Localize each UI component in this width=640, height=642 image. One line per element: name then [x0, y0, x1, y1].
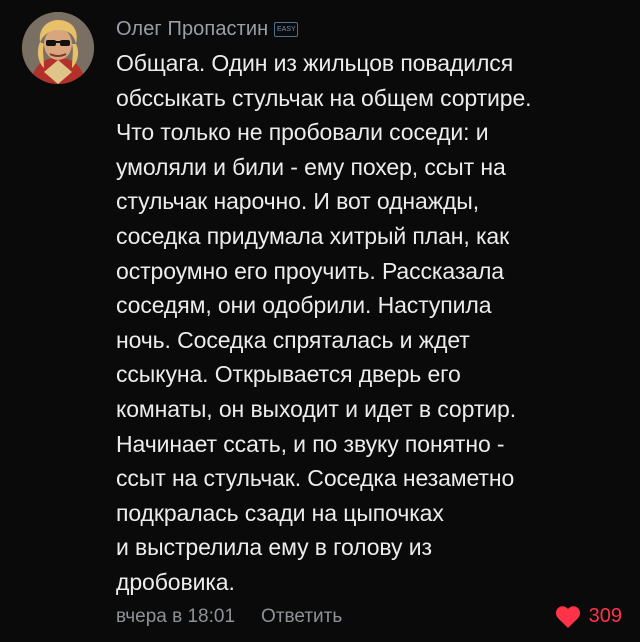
- author-badge: EASY: [274, 21, 299, 37]
- comment-line: ночь. Соседка спряталась и ждет: [116, 326, 470, 353]
- comment-line: умоляли и били - ему похер, ссыт на: [116, 153, 506, 180]
- like-button[interactable]: 309: [555, 600, 622, 634]
- comment-line: ссыт на стульчак. Соседка незаметно: [116, 465, 515, 492]
- comment: Олег Пропастин EASY Общага. Один из жиль…: [0, 0, 640, 642]
- comment-line: соседям, они одобрили. Наступила: [116, 292, 492, 319]
- author-name[interactable]: Олег Пропастин: [116, 18, 268, 41]
- comment-line: Общага. Один из жильцов повадился: [116, 50, 514, 76]
- comment-line: стульчак нарочно. И вот однажды,: [116, 188, 480, 215]
- comment-line: остроумно его проучить. Рассказала: [116, 257, 504, 284]
- comment-line: дробовика.: [116, 568, 235, 595]
- timestamp[interactable]: вчера в 18:01: [116, 606, 235, 628]
- reply-button[interactable]: Ответить: [261, 606, 342, 628]
- comment-text: Общага. Один из жильцов повадился обссыка…: [116, 46, 626, 600]
- comment-line: комнаты, он выходит и идет в сортир.: [116, 395, 516, 422]
- comment-line: соседка придумала хитрый план, как: [116, 222, 510, 249]
- comment-line: и выстрелила ему в голову из: [116, 534, 432, 561]
- comment-body: Олег Пропастин EASY Общага. Один из жиль…: [116, 12, 626, 634]
- user-avatar-icon[interactable]: [22, 12, 94, 84]
- avatar-image: [22, 12, 94, 84]
- comment-line: Что только не пробовали соседи: и: [116, 119, 489, 146]
- heart-icon: [555, 605, 580, 628]
- like-count: 309: [588, 605, 622, 627]
- comment-line: ссыкуна. Открывается дверь его: [116, 361, 461, 388]
- comment-line: обссыкать стульчак на общем сортире.: [116, 84, 532, 111]
- author-row: Олег Пропастин EASY: [116, 12, 626, 46]
- comment-line: Начинает ссать, и по звуку понятно -: [116, 430, 505, 457]
- comment-line: подкралась сзади на цыпочках: [116, 499, 444, 526]
- comment-meta: вчера в 18:01 Ответить 309: [116, 600, 626, 634]
